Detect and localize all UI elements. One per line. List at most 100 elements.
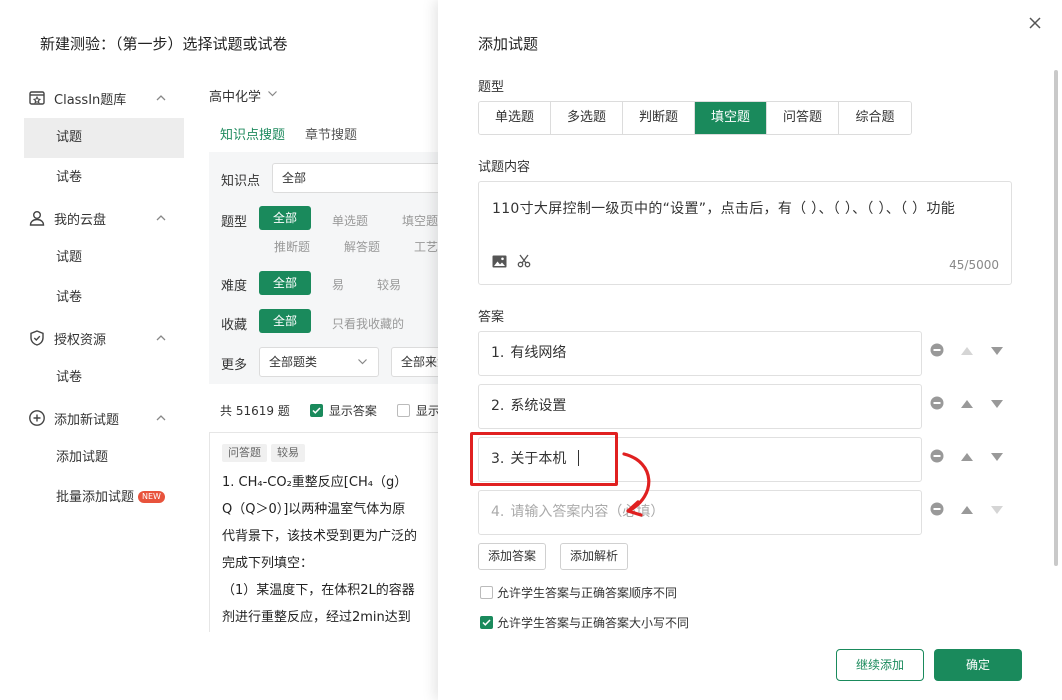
plus-circle-icon [28,409,46,427]
move-up-icon[interactable] [960,345,974,360]
question-line: 剂进行重整反应，经过2min达到 [222,610,411,625]
type-fill-blank[interactable]: 填空题 [695,102,767,134]
question-type-selector: 单选题 多选题 判断题 填空题 问答题 综合题 [478,101,912,135]
image-icon[interactable] [492,255,507,272]
sidebar-item-classin-papers[interactable]: 试卷 [24,158,184,198]
type-comprehensive[interactable]: 综合题 [839,102,911,134]
answer-controls-2 [930,396,1004,414]
scrollbar[interactable] [1054,70,1058,566]
tab-knowledge-search[interactable]: 知识点搜题 [220,124,285,151]
sidebar-group-classin[interactable]: ClassIn题库 [24,78,184,118]
sidebar-item-batch-add[interactable]: 批量添加试题 NEW [24,478,184,518]
close-icon[interactable] [1026,14,1044,32]
remove-icon[interactable] [930,343,944,361]
sidebar-group-label: ClassIn题库 [54,92,127,108]
question-content-text: 110寸大屏控制一级页中的“设置”，点击后，有（ ）、（ ）、（ ）、（ ）功能 [492,201,956,217]
type-multiple-choice[interactable]: 多选题 [551,102,623,134]
type-true-false[interactable]: 判断题 [623,102,695,134]
page-title: 新建测验：（第一步）选择试题或试卷 [40,35,288,53]
question-line: 代背景下，该技术受到更为广泛的 [222,529,418,544]
type-single-choice[interactable]: 单选题 [479,102,551,134]
continue-add-button[interactable]: 继续添加 [836,649,924,681]
sidebar-item-cloud-questions[interactable]: 试题 [24,238,184,278]
add-analysis-button[interactable]: 添加解析 [560,543,629,570]
type-short-answer[interactable]: 问答题 [767,102,839,134]
type-option[interactable]: 工艺 [414,238,438,255]
knowledge-select[interactable]: 全部 [272,163,452,193]
remove-icon[interactable] [930,449,944,467]
move-up-icon[interactable] [960,504,974,519]
option-order-row[interactable]: 允许学生答案与正确答案顺序不同 [480,584,677,601]
tab-chapter-search[interactable]: 章节搜题 [305,124,357,151]
category-select-value: 全部题类 [269,355,318,369]
answer-controls-1 [930,343,1004,361]
case-checkbox[interactable] [480,616,493,629]
sidebar-group-label: 授权资源 [54,332,107,348]
answer-text: 有线网络 [510,345,567,361]
answer-label: 答案 [478,310,505,325]
show-other-checkbox[interactable] [396,404,410,417]
move-down-icon[interactable] [990,345,1004,360]
remove-icon[interactable] [930,502,944,520]
scissors-icon[interactable] [517,254,531,272]
question-line: （1）某温度下，在体积2L的容器 [222,583,415,598]
show-answer-label: 显示答案 [328,404,377,418]
results-count-row: 共 51619 题 显示答案 显示 [220,402,440,419]
sidebar-item-licensed-papers[interactable]: 试卷 [24,358,184,398]
move-down-icon[interactable] [990,451,1004,466]
chevron-down-icon [267,88,278,103]
question-content-editor[interactable]: 110寸大屏控制一级页中的“设置”，点击后，有（ ）、（ ）、（ ）、（ ）功能… [478,181,1012,285]
option-case-row[interactable]: 允许学生答案与正确答案大小写不同 [480,614,689,631]
move-up-icon[interactable] [960,451,974,466]
subject-select[interactable]: 高中化学 [209,86,278,105]
type-option[interactable]: 单选题 [332,212,368,229]
chevron-up-icon [156,333,166,343]
type-option[interactable]: 填空题 [402,212,438,229]
answer-number: 4. [491,504,505,520]
type-option[interactable]: 推断题 [274,238,310,255]
new-badge: NEW [138,491,165,503]
add-question-drawer: 添加试题 题型 单选题 多选题 判断题 填空题 问答题 综合题 试题内容 110… [438,0,1062,700]
difficulty-all-chip[interactable]: 全部 [259,271,312,295]
answer-text: 系统设置 [510,398,567,414]
move-down-icon[interactable] [990,398,1004,413]
confirm-button[interactable]: 确定 [934,649,1022,681]
type-label: 题型 [478,80,505,95]
move-down-icon[interactable] [990,504,1004,519]
favorite-all-chip[interactable]: 全部 [259,309,312,333]
type-option[interactable]: 解答题 [344,238,380,255]
add-answer-button[interactable]: 添加答案 [478,543,547,570]
sidebar-group-label: 添加新试题 [54,412,120,428]
subject-value: 高中化学 [209,90,262,105]
chevron-up-icon [156,213,166,223]
category-select[interactable]: 全部题类 [259,347,379,377]
order-checkbox[interactable] [480,586,493,599]
sidebar-item-add-question[interactable]: 添加试题 [24,438,184,478]
remove-icon[interactable] [930,396,944,414]
sidebar-group-cloud[interactable]: 我的云盘 [24,198,184,238]
search-tabs: 知识点搜题 章节搜题 [220,124,357,151]
difficulty-option[interactable]: 较易 [377,276,401,293]
show-answer-checkbox[interactable] [309,404,323,417]
chevron-down-icon [357,349,368,377]
filter-panel: 知识点 全部 题型 全部 单选题 填空题 推断题 解答题 工艺 难度 全部 易 … [209,152,471,384]
sidebar-group-licensed[interactable]: 授权资源 [24,318,184,358]
answer-input-4[interactable]: 4. 请输入答案内容（必填） [478,490,922,535]
question-difficulty-tag: 较易 [271,444,305,462]
type-all-chip[interactable]: 全部 [259,206,312,230]
favorite-option[interactable]: 只看我收藏的 [332,315,404,332]
chevron-up-icon [156,93,166,103]
sidebar-item-cloud-papers[interactable]: 试卷 [24,278,184,318]
move-up-icon[interactable] [960,398,974,413]
chevron-up-icon [156,413,166,423]
question-line: 完成下列填空： [222,556,314,571]
sidebar-group-add-new[interactable]: 添加新试题 [24,398,184,438]
annotation-arrow-icon [622,452,651,517]
difficulty-option[interactable]: 易 [332,276,344,293]
question-type-tag: 问答题 [222,444,267,462]
question-card[interactable]: 问答题 较易 1. CH₄-CO₂重整反应[CH₄（g） Q（Q＞0）]以两种温室… [209,432,449,632]
drawer-title: 添加试题 [478,35,539,53]
answer-input-1[interactable]: 1. 有线网络 [478,331,922,376]
answer-input-2[interactable]: 2. 系统设置 [478,384,922,429]
sidebar-item-classin-questions[interactable]: 试题 [24,118,184,158]
